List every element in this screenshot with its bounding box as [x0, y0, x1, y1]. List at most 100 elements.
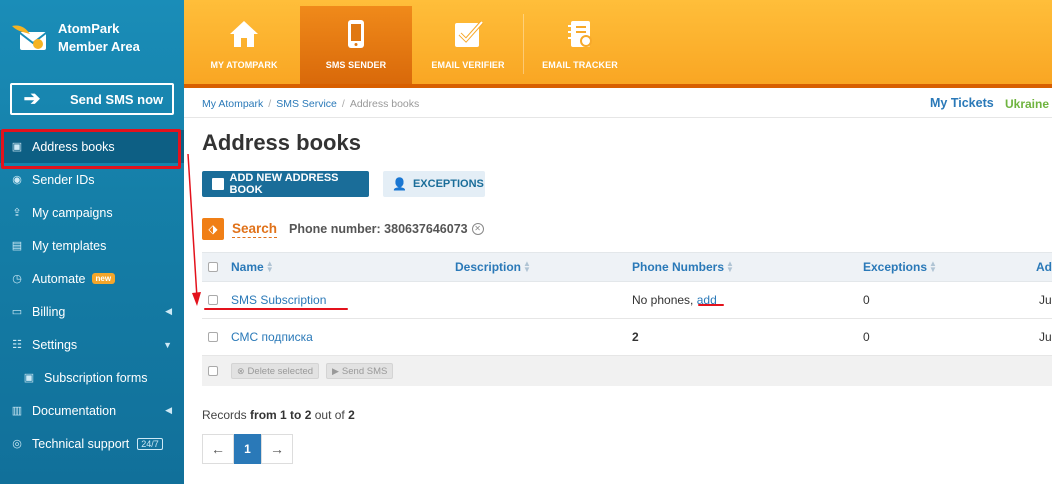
sidebar-item-technical-support[interactable]: ◎ Technical support 24/7: [0, 427, 184, 460]
footer-checkbox[interactable]: [208, 356, 218, 386]
column-header-description[interactable]: Description ▲ ▼: [455, 253, 531, 281]
add-new-address-book-button[interactable]: ADD NEW ADDRESS BOOK: [202, 171, 369, 197]
row-added-date: Jul: [1039, 293, 1052, 307]
row-exceptions: 0: [863, 293, 870, 307]
sidebar-item-label: Automate: [32, 271, 86, 286]
no-phones-text: No phones,: [632, 293, 694, 307]
next-page-button[interactable]: →: [261, 434, 293, 464]
breadcrumb-link-sms-service[interactable]: SMS Service: [276, 98, 337, 110]
exceptions-button[interactable]: 👤 EXCEPTIONS: [383, 171, 485, 197]
breadcrumb-separator: /: [268, 98, 272, 110]
add-new-address-book-label: ADD NEW ADDRESS BOOK: [229, 172, 339, 196]
sidebar-item-documentation[interactable]: ▥ Documentation ◀: [0, 394, 184, 427]
breadcrumb-separator: /: [341, 98, 345, 110]
highlight-underline: [204, 308, 348, 310]
sort-icon: ▲ ▼: [929, 259, 937, 274]
notebook-icon: [568, 21, 592, 47]
chevron-down-icon: ▼: [163, 339, 172, 350]
breadcrumb: My Atompark / SMS Service / Address books: [202, 98, 419, 110]
tab-label: EMAIL TRACKER: [542, 60, 618, 70]
chevron-left-icon: ◀: [165, 405, 172, 415]
form-icon: ▣: [23, 372, 35, 384]
row-exceptions: 0: [863, 330, 870, 344]
sidebar-item-automate[interactable]: ◷ Automate new: [0, 262, 184, 295]
tab-label: EMAIL VERIFIER: [431, 60, 505, 70]
tab-email-tracker[interactable]: EMAIL TRACKER: [524, 6, 636, 84]
atompark-logo-icon: [10, 20, 50, 56]
send-sms-now-button[interactable]: ➔ Send SMS now: [10, 83, 174, 115]
sidebar-item-label: Subscription forms: [44, 370, 148, 385]
sort-icon: ▲ ▼: [523, 259, 531, 274]
row-added-date: Jul: [1039, 330, 1052, 344]
user-icon: 👤: [392, 177, 407, 191]
column-label: Phone Numbers: [632, 260, 725, 274]
chat-icon: ▤: [11, 240, 23, 252]
country-selector[interactable]: Ukraine: [1005, 97, 1049, 111]
user-circle-icon: ◉: [12, 174, 22, 186]
tab-sms-sender[interactable]: SMS SENDER: [300, 6, 412, 84]
sidebar: AtomPark Member Area ➔ Send SMS now ▣ Ad…: [0, 0, 184, 484]
address-book-name-link[interactable]: SMS Subscription: [231, 282, 326, 318]
column-header-added[interactable]: Ad: [1036, 253, 1052, 281]
clear-filter-icon[interactable]: ✕: [471, 223, 484, 235]
table-header: Name ▲ ▼ Description ▲ ▼ Phone Numbers ▲ ▼ Exc…: [202, 252, 1052, 282]
row-phone-numbers: 2: [632, 330, 639, 344]
table-footer: ⊗ Delete selected ▶ Send SMS: [202, 356, 1052, 386]
tab-label: SMS SENDER: [325, 60, 387, 70]
sliders-icon: ☷: [12, 339, 22, 351]
column-header-name[interactable]: Name ▲ ▼: [231, 253, 274, 281]
delete-selected-label: Delete selected: [247, 365, 314, 377]
send-sms-button[interactable]: ▶ Send SMS: [326, 356, 394, 386]
brand-line-1: AtomPark: [58, 21, 120, 36]
brand-name: AtomPark Member Area: [58, 20, 140, 56]
support-247-badge: 24/7: [137, 437, 163, 450]
address-books-table: Name ▲ ▼ Description ▲ ▼ Phone Numbers ▲ ▼ Exc…: [202, 252, 1052, 386]
prev-page-button[interactable]: ←: [202, 434, 234, 464]
book-icon: ▥: [11, 405, 23, 417]
sidebar-item-settings[interactable]: ☷ Settings ▼: [0, 328, 184, 361]
sidebar-item-my-templates[interactable]: ▤ My templates: [0, 229, 184, 262]
records-prefix: Records: [202, 408, 247, 422]
sidebar-item-label: Sender IDs: [32, 172, 95, 187]
tab-my-atompark[interactable]: MY ATOMPARK: [188, 6, 300, 84]
sidebar-item-subscription-forms[interactable]: ▣ Subscription forms: [0, 361, 184, 394]
brand-line-2: Member Area: [58, 39, 140, 54]
upload-icon: ⇪: [12, 207, 22, 219]
search-row: ⬗ Search Phone number: 380637646073 ✕: [202, 218, 484, 240]
records-range: from 1 to 2: [250, 408, 312, 422]
records-mid: out of: [314, 408, 345, 422]
table-row: СМС подписка 2 0 Jul: [202, 319, 1052, 356]
pagination: ← 1 →: [202, 434, 293, 464]
brand[interactable]: AtomPark Member Area: [10, 20, 140, 56]
column-header-exceptions[interactable]: Exceptions ▲ ▼: [863, 253, 937, 281]
chevron-left-icon: ◀: [165, 306, 172, 316]
column-header-phone-numbers[interactable]: Phone Numbers ▲ ▼: [632, 253, 734, 281]
row-checkbox[interactable]: [208, 319, 218, 355]
wallet-icon: ▭: [11, 306, 23, 318]
search-link[interactable]: Search: [232, 221, 278, 238]
sort-icon: ▲ ▼: [726, 259, 734, 274]
sidebar-item-label: Documentation: [32, 403, 117, 418]
tab-label: MY ATOMPARK: [210, 60, 278, 70]
sidebar-item-billing[interactable]: ▭ Billing ◀: [0, 295, 184, 328]
phone-icon: [348, 20, 364, 48]
home-icon: [230, 21, 258, 47]
highlight-underline: [698, 304, 724, 306]
sidebar-item-label: Settings: [32, 337, 78, 352]
tab-email-verifier[interactable]: EMAIL VERIFIER: [412, 6, 524, 84]
page-1-button[interactable]: 1: [234, 434, 261, 464]
breadcrumb-link-my-atompark[interactable]: My Atompark: [202, 98, 263, 110]
send-sms-now-label: Send SMS now: [70, 91, 164, 107]
delete-selected-button[interactable]: ⊗ Delete selected: [231, 356, 320, 386]
checkbox-icon: [455, 20, 484, 47]
sidebar-nav: ▣ Address books ◉ Sender IDs ⇪ My campai…: [0, 130, 184, 460]
sidebar-item-my-campaigns[interactable]: ⇪ My campaigns: [0, 196, 184, 229]
sidebar-item-label: My campaigns: [32, 205, 113, 220]
address-book-name-link[interactable]: СМС подписка: [231, 319, 313, 355]
lifebuoy-icon: ◎: [12, 438, 22, 450]
my-tickets-link[interactable]: My Tickets: [930, 96, 994, 110]
sidebar-item-label: Billing: [32, 304, 66, 319]
clock-icon: ◷: [12, 273, 22, 285]
arrow-right-icon: ➔: [23, 88, 41, 110]
phone-number-filter: Phone number: 380637646073: [289, 222, 468, 236]
